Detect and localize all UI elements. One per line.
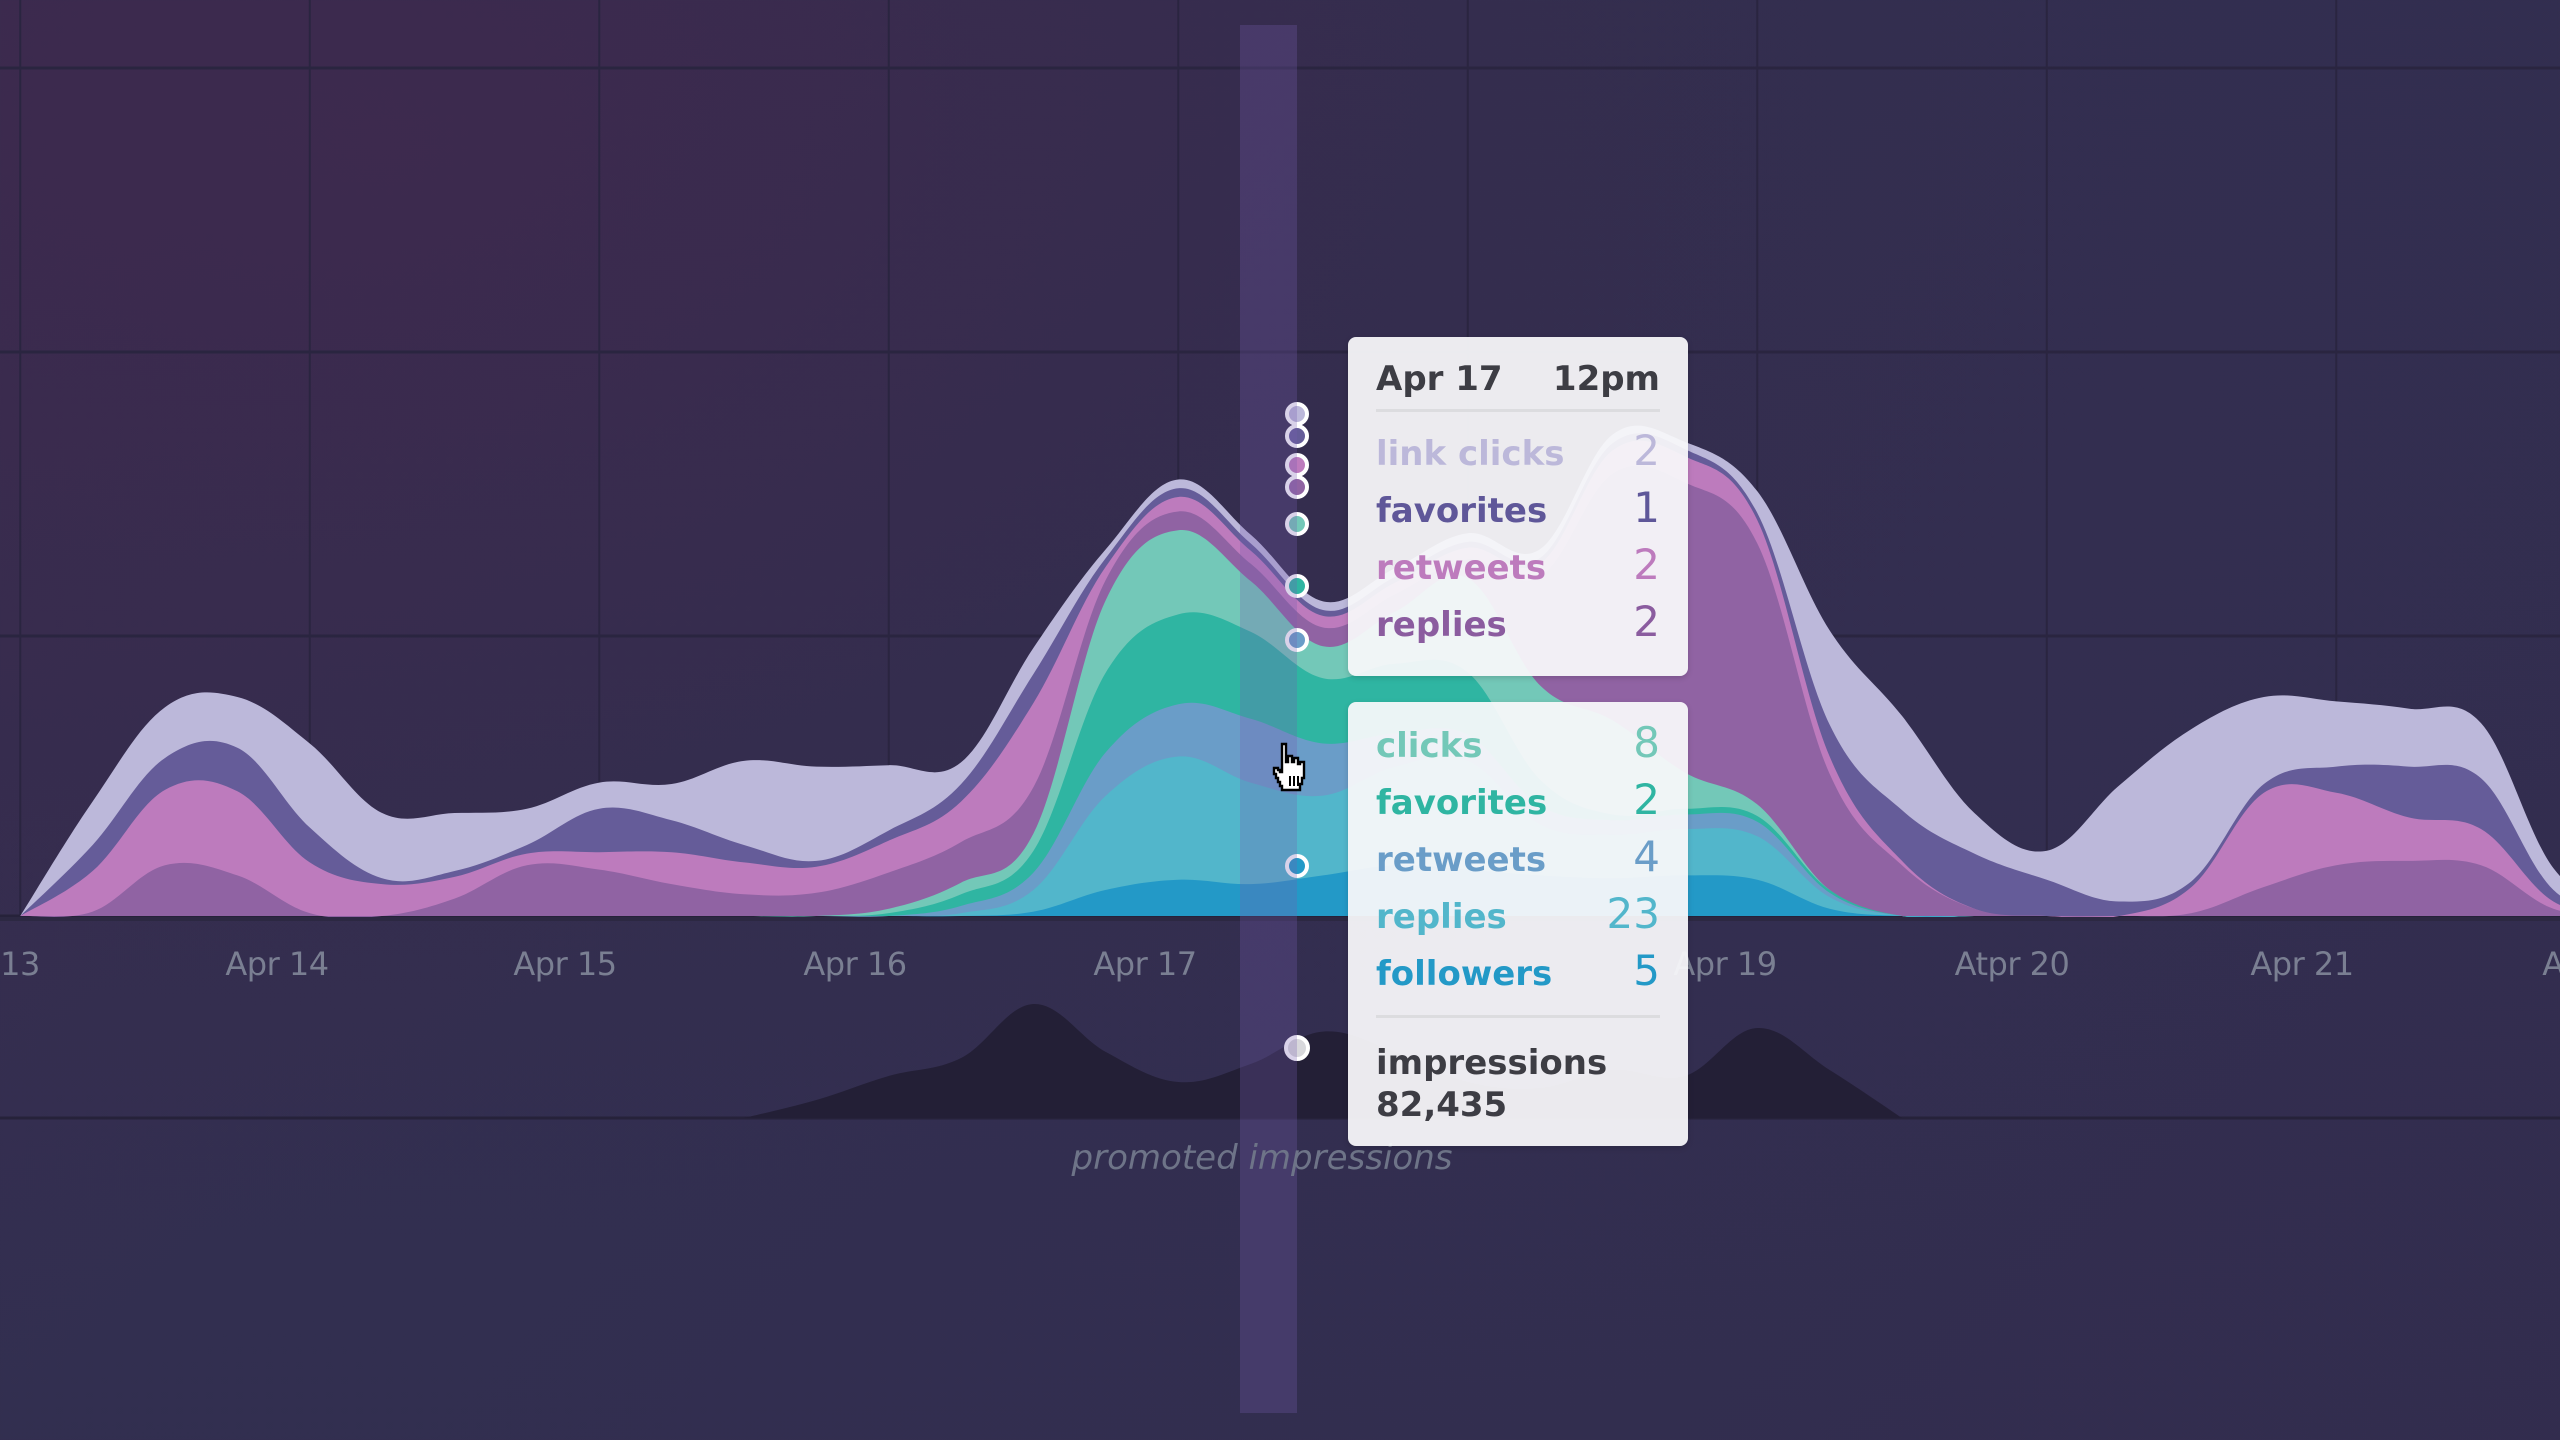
metric-label: replies — [1376, 605, 1507, 645]
tooltip-row-clicks: clicks 8 — [1376, 718, 1660, 775]
impressions-summary: impressions 82,435 — [1376, 1018, 1660, 1126]
metric-label: clicks — [1376, 726, 1483, 766]
hand-pointer-cursor-icon — [1272, 742, 1306, 792]
metric-value: 5 — [1633, 946, 1660, 995]
tooltip-row-replies: replies 23 — [1376, 889, 1660, 946]
x-axis-tick-label: Apr 14 — [225, 945, 329, 983]
metric-label: favorites — [1376, 491, 1548, 531]
metric-value: 1 — [1633, 483, 1660, 532]
metric-value: 2 — [1633, 426, 1660, 475]
x-axis-tick-label: A — [2542, 945, 2560, 983]
x-axis-tick-label: Atpr 20 — [1954, 945, 2070, 983]
metric-label: retweets — [1376, 840, 1547, 880]
tooltip-row-followers: followers 5 — [1376, 946, 1660, 1003]
hover-highlight-bar — [1240, 25, 1297, 1413]
metric-value: 2 — [1633, 597, 1660, 646]
tooltip-row-retweets: retweets 4 — [1376, 832, 1660, 889]
impressions-area — [744, 1003, 1903, 1118]
impressions-strip — [744, 1003, 1903, 1118]
metric-value: 2 — [1633, 540, 1660, 589]
metric-label: favorites — [1376, 783, 1548, 823]
tooltip-time: 12pm — [1552, 359, 1660, 399]
tooltip-row-retweets: retweets 2 — [1376, 540, 1660, 597]
metric-label: link clicks — [1376, 434, 1565, 474]
impressions-value: 82,435 — [1376, 1085, 1508, 1125]
metric-label: followers — [1376, 954, 1553, 994]
tooltip-organic: clicks 8 favorites 2 retweets 4 replies 23 follo… — [1348, 702, 1688, 1146]
x-axis-tick-label: Apr 17 — [1093, 945, 1197, 983]
organic-metrics: clicks 8 favorites 2 retweets 4 replies 23 follo… — [1376, 702, 1660, 1003]
metric-label: replies — [1376, 897, 1507, 937]
promoted-metrics: link clicks 2 favorites 1 retweets 2 replies 2 — [1376, 412, 1660, 654]
tooltip-row-favorites: favorites 2 — [1376, 775, 1660, 832]
x-axis-tick-label: Apr 16 — [803, 945, 907, 983]
tooltip-date: Apr 17 — [1376, 359, 1503, 399]
metric-value: 8 — [1633, 718, 1660, 767]
x-axis-tick-label: Apr 15 — [513, 945, 617, 983]
metric-label: retweets — [1376, 548, 1547, 588]
metric-value: 4 — [1633, 832, 1660, 881]
metric-value: 2 — [1633, 775, 1660, 824]
tooltip-promoted: Apr 17 12pm link clicks 2 favorites 1 retwee… — [1348, 337, 1688, 676]
x-axis-tick-label: Apr 19 — [1673, 945, 1777, 983]
tooltip-row-replies: replies 2 — [1376, 597, 1660, 654]
tooltip-row-link-clicks: link clicks 2 — [1376, 426, 1660, 483]
x-axis-tick-label: 13 — [0, 945, 40, 983]
metric-value: 23 — [1606, 889, 1660, 938]
x-axis-tick-label: Apr 21 — [2250, 945, 2354, 983]
tooltip-header: Apr 17 12pm — [1376, 337, 1660, 409]
tooltip-row-favorites: favorites 1 — [1376, 483, 1660, 540]
impressions-label: impressions — [1376, 1043, 1608, 1083]
